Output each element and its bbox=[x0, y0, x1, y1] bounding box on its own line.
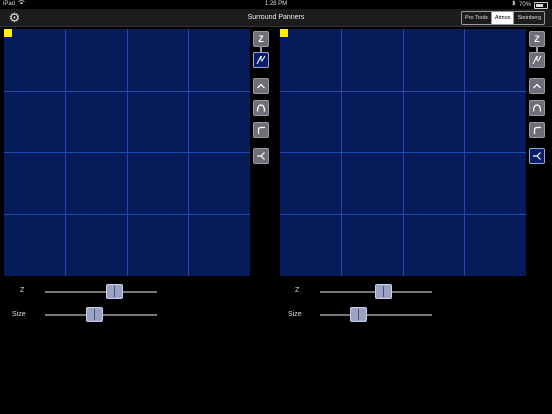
size-slider-thumb[interactable] bbox=[349, 307, 367, 322]
z-slider-label: Z bbox=[295, 287, 300, 294]
size-slider-label: Size bbox=[12, 311, 26, 318]
chevron-up-icon[interactable] bbox=[529, 78, 545, 94]
size-slider-thumb[interactable] bbox=[85, 307, 103, 322]
split-arrow-icon[interactable] bbox=[253, 148, 269, 164]
grid-line bbox=[280, 152, 526, 153]
format-segmented-control: Pro Tools Atmos Steinberg bbox=[461, 11, 545, 25]
z-slider-thumb[interactable] bbox=[105, 284, 123, 299]
grid-line bbox=[4, 152, 250, 153]
panner-pad-right[interactable] bbox=[280, 29, 526, 276]
grid-line bbox=[280, 214, 526, 215]
segment-steinberg[interactable]: Steinberg bbox=[513, 12, 544, 24]
curve-corner-icon[interactable] bbox=[253, 122, 269, 138]
size-slider-label: Size bbox=[288, 311, 302, 318]
curve-corner-icon[interactable] bbox=[529, 122, 545, 138]
navigation-bar: ⚙ Surround Panners Pro Tools Atmos Stein… bbox=[0, 9, 552, 27]
size-slider-track[interactable] bbox=[320, 314, 432, 316]
curve-arch-icon[interactable] bbox=[253, 100, 269, 116]
curve-arch-icon[interactable] bbox=[529, 100, 545, 116]
z-slider-track[interactable] bbox=[45, 291, 157, 293]
panner-puck[interactable] bbox=[4, 29, 12, 37]
grid-line bbox=[280, 91, 526, 92]
automation-icon[interactable] bbox=[529, 52, 545, 68]
segment-atmos[interactable]: Atmos bbox=[490, 12, 514, 24]
split-arrow-icon[interactable] bbox=[529, 148, 545, 164]
z-slider-label: Z bbox=[20, 287, 25, 294]
status-bar: iPad 1:28 PM 70% bbox=[0, 0, 552, 9]
segment-pro-tools[interactable]: Pro Tools bbox=[462, 12, 491, 24]
z-slider-thumb[interactable] bbox=[375, 284, 393, 299]
panner-pad-left[interactable] bbox=[4, 29, 250, 276]
grid-line bbox=[4, 214, 250, 215]
z-button[interactable]: Z bbox=[529, 31, 545, 47]
chevron-up-icon[interactable] bbox=[253, 78, 269, 94]
status-time: 1:28 PM bbox=[264, 1, 288, 7]
grid-line bbox=[4, 91, 250, 92]
automation-icon[interactable] bbox=[253, 52, 269, 68]
battery-icon bbox=[534, 1, 548, 9]
z-button[interactable]: Z bbox=[253, 31, 269, 47]
panner-puck[interactable] bbox=[280, 29, 288, 37]
